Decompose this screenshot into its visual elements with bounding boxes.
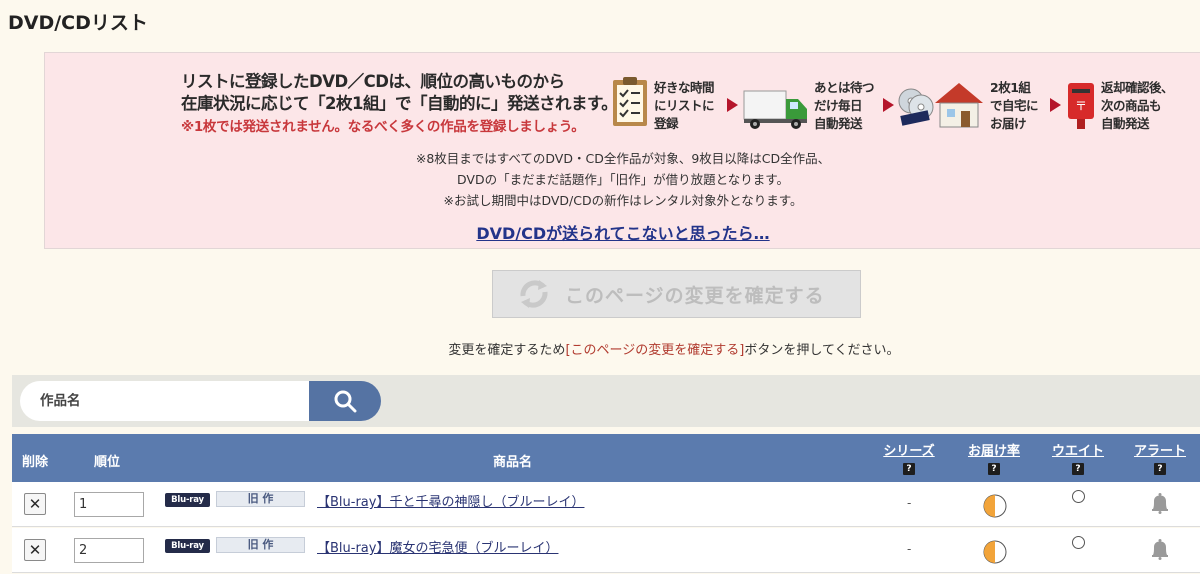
refresh-icon — [520, 280, 548, 308]
help-suffix: ボタンを押してください。 — [744, 343, 900, 358]
postbox-icon: 〒 — [1068, 83, 1094, 129]
banner-main-text: リストに登録したDVD／CDは、順位の高いものから 在庫状況に応じて「2枚1組」… — [181, 71, 618, 138]
wait-radio[interactable] — [1072, 536, 1085, 549]
not-delivered-link[interactable]: DVD/CDが送られてこないと思ったら… — [45, 220, 1200, 244]
confirm-button-label: このページの変更を確定する — [565, 284, 825, 307]
series-value: - — [907, 542, 912, 556]
table-row: ✕ Blu-ray 旧 作 【Blu-ray】魔女の宅急便（ブルーレイ） - — [12, 528, 1200, 573]
header-delete: 削除 — [22, 455, 49, 470]
help-icon[interactable]: ? — [1154, 463, 1166, 475]
header-series[interactable]: シリーズ ? — [878, 440, 940, 475]
step-2-text: あとは待つ だけ毎日 自動発送 — [814, 80, 875, 131]
step-3-text: 2枚1組 で自宅に お届け — [990, 80, 1039, 131]
delivery-rate-icon — [983, 540, 1007, 564]
banner-notes: ※8枚目まではすべてのDVD・CD全作品が対象、9枚目以降はCD全作品、 DVD… — [45, 148, 1200, 211]
arrow-right-icon — [883, 98, 894, 112]
confirm-help-text: 変更を確定するため[このページの変更を確定する]ボタンを押してください。 — [0, 339, 1200, 358]
arrow-right-icon — [727, 98, 738, 112]
note-line: DVDの「まだまだ話題作」「旧作」が借り放題となります。 — [457, 172, 789, 187]
search-icon — [334, 390, 357, 413]
confirm-changes-button[interactable]: このページの変更を確定する — [492, 270, 861, 318]
header-title: 商品名 — [493, 455, 533, 470]
header-wait[interactable]: ウエイト ? — [1047, 440, 1109, 475]
rank-input[interactable] — [74, 538, 144, 563]
table-header: 削除 順位 商品名 シリーズ ? お届け率 ? ウエイト ? アラート ? — [12, 434, 1200, 482]
banner-red-note: ※1枚では発送されません。なるべく多くの作品を登録しましょう。 — [181, 119, 585, 135]
series-value: - — [907, 496, 912, 510]
category-badge: 旧 作 — [216, 537, 305, 553]
banner-line-1: リストに登録したDVD／CDは、順位の高いものから — [181, 72, 565, 91]
header-delivery-rate-label: お届け率 — [967, 444, 1020, 459]
search-button[interactable] — [309, 381, 381, 421]
category-badge: 旧 作 — [216, 491, 305, 507]
help-highlight: [このページの変更を確定する] — [565, 343, 745, 358]
header-wait-label: ウエイト — [1051, 444, 1104, 459]
header-alert[interactable]: アラート ? — [1129, 440, 1191, 475]
wait-radio[interactable] — [1072, 490, 1085, 503]
bell-icon[interactable] — [1149, 492, 1171, 514]
delete-button[interactable]: ✕ — [24, 539, 46, 561]
header-delivery-rate[interactable]: お届け率 ? — [963, 440, 1025, 475]
help-icon[interactable]: ? — [903, 463, 915, 475]
delivery-rate-icon — [983, 494, 1007, 518]
bluray-badge: Blu-ray — [165, 539, 210, 553]
svg-text:〒: 〒 — [1075, 99, 1087, 113]
step-4-text: 返却確認後、 次の商品も 自動発送 — [1101, 80, 1174, 131]
header-rank: 順位 — [94, 455, 121, 470]
rank-input[interactable] — [74, 492, 144, 517]
bell-icon[interactable] — [1149, 538, 1171, 560]
note-line: ※8枚目まではすべてのDVD・CD全作品が対象、9枚目以降はCD全作品、 — [415, 151, 831, 166]
step-1-text: 好きな時間 にリストに 登録 — [654, 80, 715, 131]
page-title: DVD/CDリスト — [8, 12, 148, 34]
arrow-right-icon — [1050, 98, 1061, 112]
disc-house-icon — [898, 83, 983, 128]
bluray-badge: Blu-ray — [165, 493, 210, 507]
title-link[interactable]: 【Blu-ray】千と千尋の神隠し（ブルーレイ） — [317, 491, 584, 510]
note-line: ※お試し期間中はDVD/CDの新作はレンタル対象外となります。 — [443, 193, 803, 208]
truck-icon — [743, 90, 807, 129]
header-alert-label: アラート — [1133, 444, 1186, 459]
title-link[interactable]: 【Blu-ray】魔女の宅急便（ブルーレイ） — [317, 537, 558, 556]
search-bar — [12, 375, 1200, 427]
header-series-label: シリーズ — [883, 444, 935, 459]
help-prefix: 変更を確定するため — [448, 343, 566, 358]
delete-button[interactable]: ✕ — [24, 493, 46, 515]
help-icon[interactable]: ? — [988, 463, 1000, 475]
table-row: ✕ Blu-ray 旧 作 【Blu-ray】千と千尋の神隠し（ブルーレイ） - — [12, 482, 1200, 527]
info-banner: リストに登録したDVD／CDは、順位の高いものから 在庫状況に応じて「2枚1組」… — [44, 52, 1200, 249]
banner-line-2: 在庫状況に応じて「2枚1組」で「自動的に」発送されます。 — [181, 94, 618, 113]
help-icon[interactable]: ? — [1072, 463, 1084, 475]
search-input[interactable] — [20, 381, 320, 421]
clipboard-icon — [613, 77, 647, 126]
